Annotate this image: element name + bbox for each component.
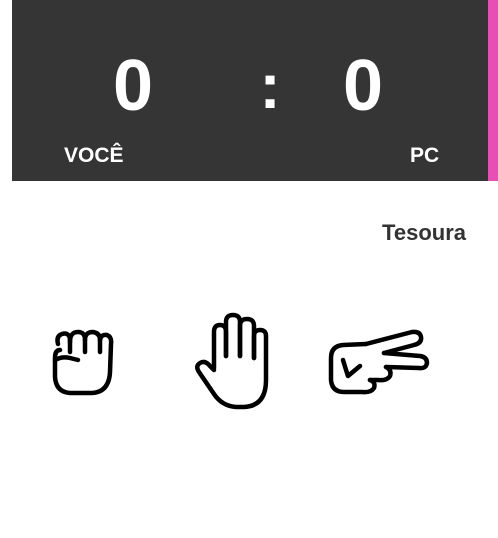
player-score: 0 bbox=[112, 46, 154, 126]
pc-label: PC bbox=[410, 144, 440, 167]
rock-button[interactable] bbox=[48, 322, 116, 398]
score-separator: : bbox=[259, 50, 281, 122]
scissors-hand-icon bbox=[326, 326, 430, 398]
scoreboard: 0 : 0 VOCÊ PC bbox=[12, 0, 488, 181]
fist-icon bbox=[48, 322, 116, 398]
accent-bar bbox=[488, 0, 498, 181]
open-hand-icon bbox=[192, 310, 274, 412]
player-label: VOCÊ bbox=[64, 144, 124, 167]
game-page: 0 : 0 VOCÊ PC Tesoura bbox=[0, 0, 498, 538]
scissors-button[interactable] bbox=[326, 326, 430, 398]
pc-score: 0 bbox=[342, 46, 384, 126]
pc-choice-label: Tesoura bbox=[382, 220, 466, 245]
paper-button[interactable] bbox=[192, 310, 274, 412]
